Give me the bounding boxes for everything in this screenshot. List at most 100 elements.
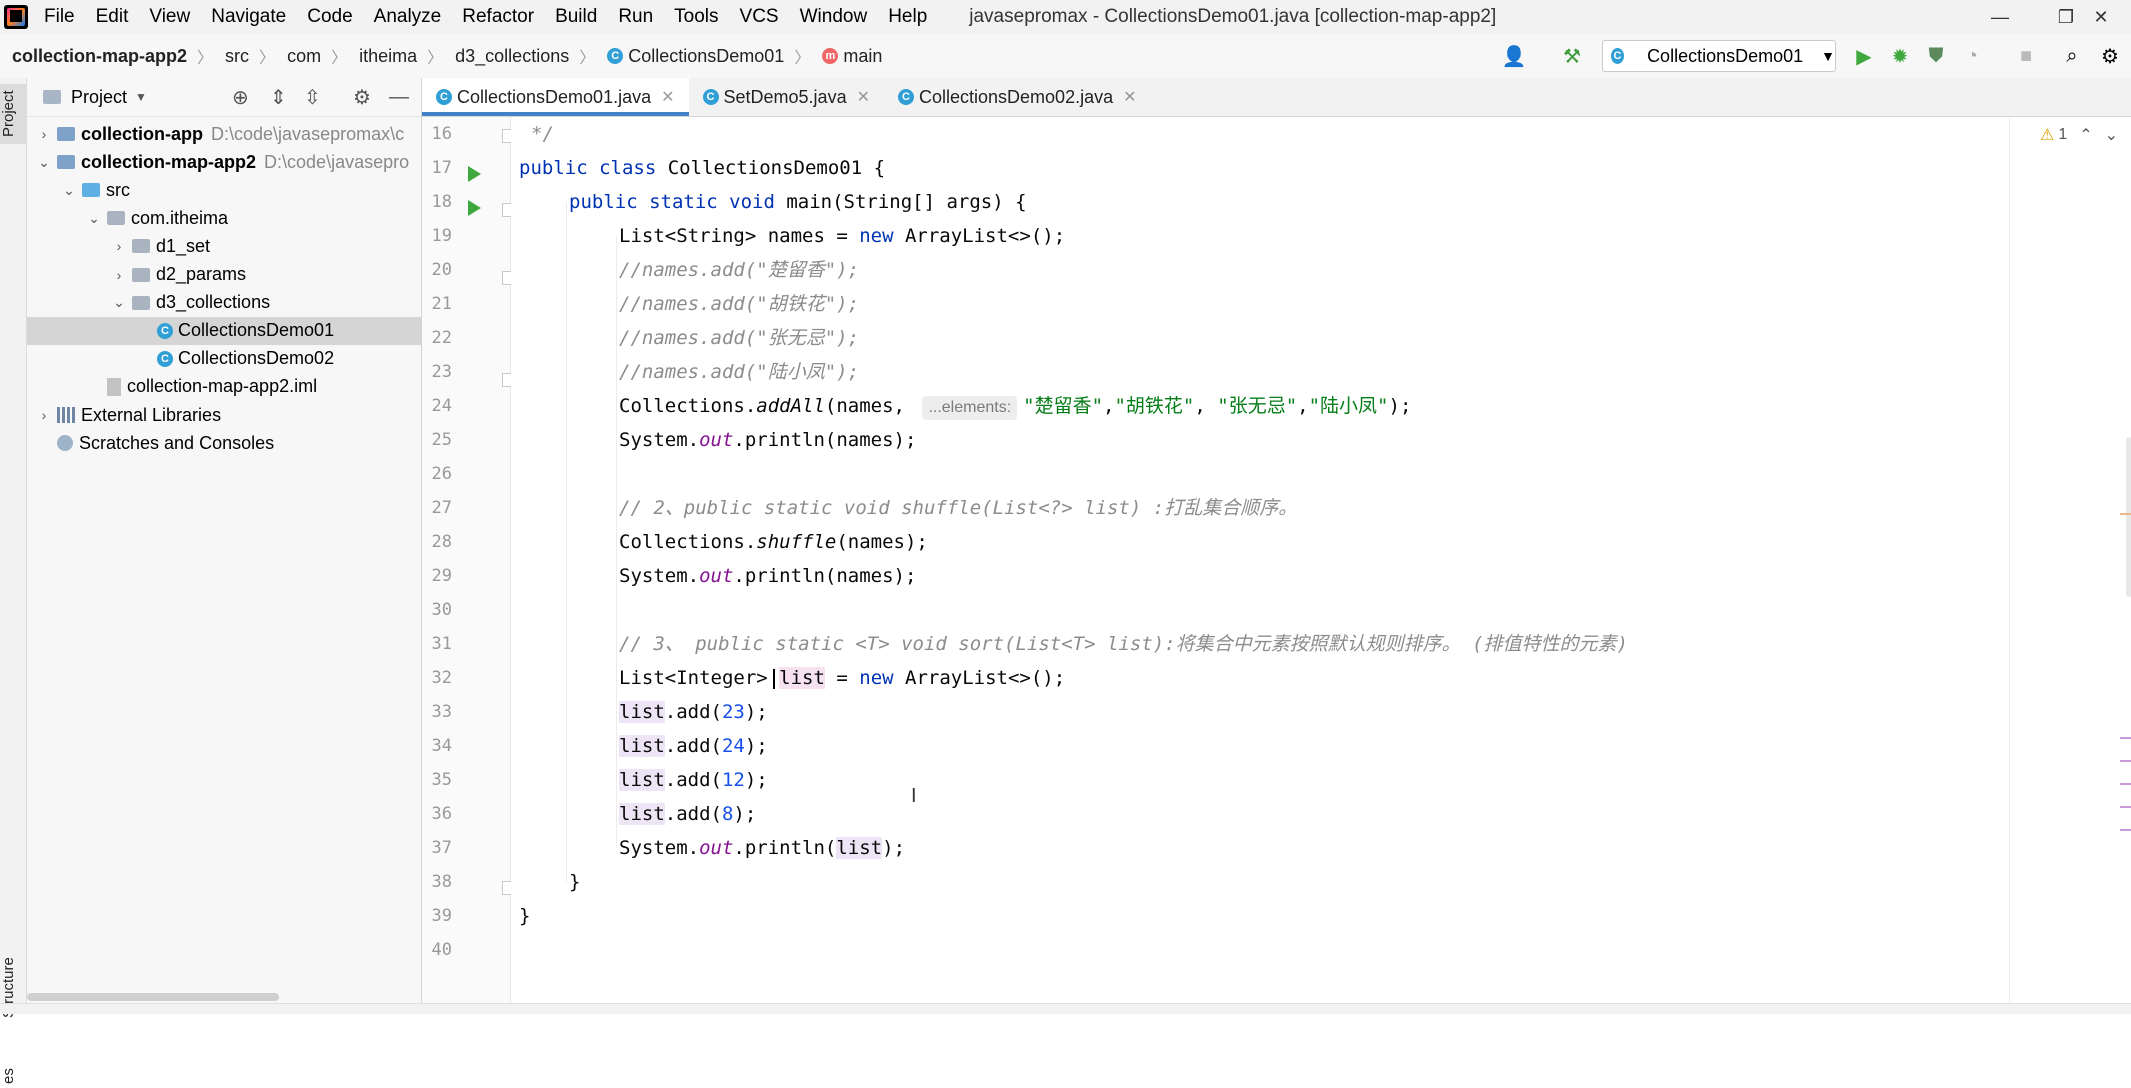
class-icon: C (702, 89, 719, 105)
vertical-scrollbar[interactable] (2126, 437, 2131, 597)
tree-item-label: CollectionsDemo02 (178, 348, 335, 369)
class-icon: C (436, 89, 452, 105)
breadcrumb-d3-collections[interactable]: d3_collections 〉 (455, 44, 595, 68)
text-cursor-icon: I (911, 785, 917, 807)
breadcrumb-project[interactable]: collection-map-app2 〉 (12, 44, 213, 68)
error-stripe[interactable]: ⚠ 1 ⌃ ⌄ (2009, 117, 2131, 1013)
chevron-down-icon[interactable]: ▼ (135, 90, 147, 104)
expand-all-icon[interactable]: ⇕ (270, 85, 287, 110)
run-main-icon[interactable] (468, 200, 481, 216)
inspection-widget[interactable]: ⚠ 1 ⌃ ⌄ (2040, 125, 2118, 145)
menu-help[interactable]: Help (888, 6, 927, 28)
intellij-logo-icon (4, 5, 28, 29)
gear-icon[interactable]: ⚙ (353, 85, 371, 110)
breadcrumb-src[interactable]: src 〉 (225, 44, 275, 68)
menu-build[interactable]: Build (555, 6, 597, 28)
menu-analyze[interactable]: Analyze (374, 6, 442, 28)
chevron-down-icon[interactable]: ⌄ (87, 210, 101, 227)
tree-item[interactable]: ⌄ collection-map-app2 D:\code\javasepro (27, 148, 421, 176)
tree-item[interactable]: › d1_set (27, 232, 421, 260)
menu-code[interactable]: Code (307, 6, 352, 28)
debug-icon[interactable]: ✹ (1888, 44, 1912, 68)
usage-stripe-mark[interactable] (2120, 737, 2131, 739)
project-tool-tab[interactable]: Project (0, 84, 26, 144)
line-number: 39 (431, 906, 452, 926)
menu-refactor[interactable]: Refactor (462, 6, 534, 28)
search-icon[interactable]: ⌕ (2060, 44, 2084, 68)
menu-tools[interactable]: Tools (674, 6, 718, 28)
breadcrumb-com[interactable]: com 〉 (287, 44, 347, 68)
menu-vcs[interactable]: VCS (740, 6, 779, 28)
module-file-icon (107, 377, 121, 396)
warning-stripe-mark[interactable] (2120, 513, 2131, 515)
chevron-down-icon[interactable]: ⌄ (2105, 125, 2118, 145)
menu-view[interactable]: View (149, 6, 190, 28)
gear-icon[interactable]: ⚙ (2098, 44, 2122, 68)
menu-run[interactable]: Run (618, 6, 653, 28)
minimize-icon[interactable]: — (1970, 0, 2030, 34)
breadcrumb-method[interactable]: m main (822, 46, 882, 67)
run-icon[interactable]: ▶ (1852, 44, 1876, 68)
collapse-all-icon[interactable]: ⇳ (304, 85, 321, 110)
user-icon[interactable]: 👤 (1502, 44, 1527, 68)
code-line-33: list.add(23); (619, 701, 768, 723)
tree-item[interactable]: › d2_params (27, 261, 421, 289)
tree-item[interactable]: › External Libraries (27, 401, 421, 429)
chevron-down-icon[interactable]: ⌄ (62, 182, 76, 199)
menu-window[interactable]: Window (800, 6, 868, 28)
tree-item[interactable]: C CollectionsDemo02 (27, 345, 421, 373)
close-icon[interactable]: ✕ (2071, 0, 2131, 34)
horizontal-scrollbar[interactable] (27, 993, 279, 1001)
tree-item[interactable]: Scratches and Consoles (27, 429, 421, 457)
usage-stripe-mark[interactable] (2120, 760, 2131, 762)
chevron-right-icon[interactable]: › (112, 267, 126, 283)
tab-collectionsdemo02[interactable]: C CollectionsDemo02.java ✕ (884, 78, 1151, 116)
usage-stripe-mark[interactable] (2120, 783, 2131, 785)
hide-panel-icon[interactable]: — (389, 86, 409, 109)
folder-icon (132, 295, 150, 310)
tab-setdemo5[interactable]: C SetDemo5.java ✕ (689, 78, 884, 116)
code-line-25: System.out.println(names); (619, 429, 917, 451)
build-hammer-icon[interactable]: ⚒ (1560, 44, 1584, 68)
tree-item[interactable]: collection-map-app2.iml (27, 373, 421, 401)
stop-icon[interactable]: ■ (2014, 44, 2038, 68)
bottom-tool-tab[interactable]: es (0, 1064, 26, 1088)
code-line-34: list.add(24); (619, 735, 768, 757)
close-icon[interactable]: ✕ (1123, 87, 1136, 107)
tree-item[interactable]: › collection-app D:\code\javasepromax\c (27, 120, 421, 148)
locate-icon[interactable]: ⊕ (232, 85, 249, 110)
menu-edit[interactable]: Edit (96, 6, 129, 28)
chevron-down-icon[interactable]: ⌄ (37, 154, 51, 171)
structure-tool-tab[interactable]: Structure (0, 946, 26, 1030)
project-panel-header: Project ▼ ⊕ ⇕ ⇳ ⚙ — (27, 78, 421, 117)
close-icon[interactable]: ✕ (661, 87, 674, 107)
chevron-right-icon[interactable]: › (37, 126, 51, 142)
run-configuration-select[interactable]: C CollectionsDemo01 ▼ (1602, 40, 1836, 72)
close-icon[interactable]: ✕ (857, 87, 870, 107)
breadcrumb-itheima[interactable]: itheima 〉 (359, 44, 443, 68)
chevron-down-icon[interactable]: ⌄ (112, 294, 126, 311)
navigation-bar: collection-map-app2 〉 src 〉 com 〉 itheima 〉 … (0, 34, 2131, 79)
profile-icon[interactable]: ◔ (1960, 44, 1984, 68)
tree-item[interactable]: ⌄ src (27, 176, 421, 204)
chevron-right-icon[interactable]: › (37, 407, 51, 423)
usage-stripe-mark[interactable] (2120, 829, 2131, 831)
run-class-icon[interactable] (468, 166, 481, 182)
tab-collectionsdemo01[interactable]: C CollectionsDemo01.java ✕ (422, 78, 689, 116)
tree-item[interactable]: ⌄ com.itheima (27, 204, 421, 232)
chevron-right-icon[interactable]: › (112, 238, 126, 254)
tree-item-label: src (106, 179, 130, 200)
menu-navigate[interactable]: Navigate (211, 6, 286, 28)
usage-stripe-mark[interactable] (2120, 806, 2131, 808)
line-number: 16 (431, 124, 452, 144)
coverage-icon[interactable]: ⛊ (1924, 44, 1948, 68)
chevron-up-icon[interactable]: ⌃ (2079, 125, 2092, 145)
tree-item[interactable]: ⌄ d3_collections (27, 289, 421, 317)
line-number: 22 (431, 328, 452, 348)
tree-item[interactable]: C CollectionsDemo01 (27, 316, 421, 345)
code-editor[interactable]: */ public class CollectionsDemo01 { publ… (511, 117, 2131, 1013)
editor-gutter[interactable]: 16 17 18 19 20 21 22 23 24 25 26 27 28 29 30 31 32 33 34 35… (422, 117, 516, 1013)
menu-file[interactable]: File (44, 6, 75, 28)
project-view-select[interactable]: Project (71, 87, 127, 108)
breadcrumb-class[interactable]: C CollectionsDemo01 〉 (607, 44, 810, 68)
